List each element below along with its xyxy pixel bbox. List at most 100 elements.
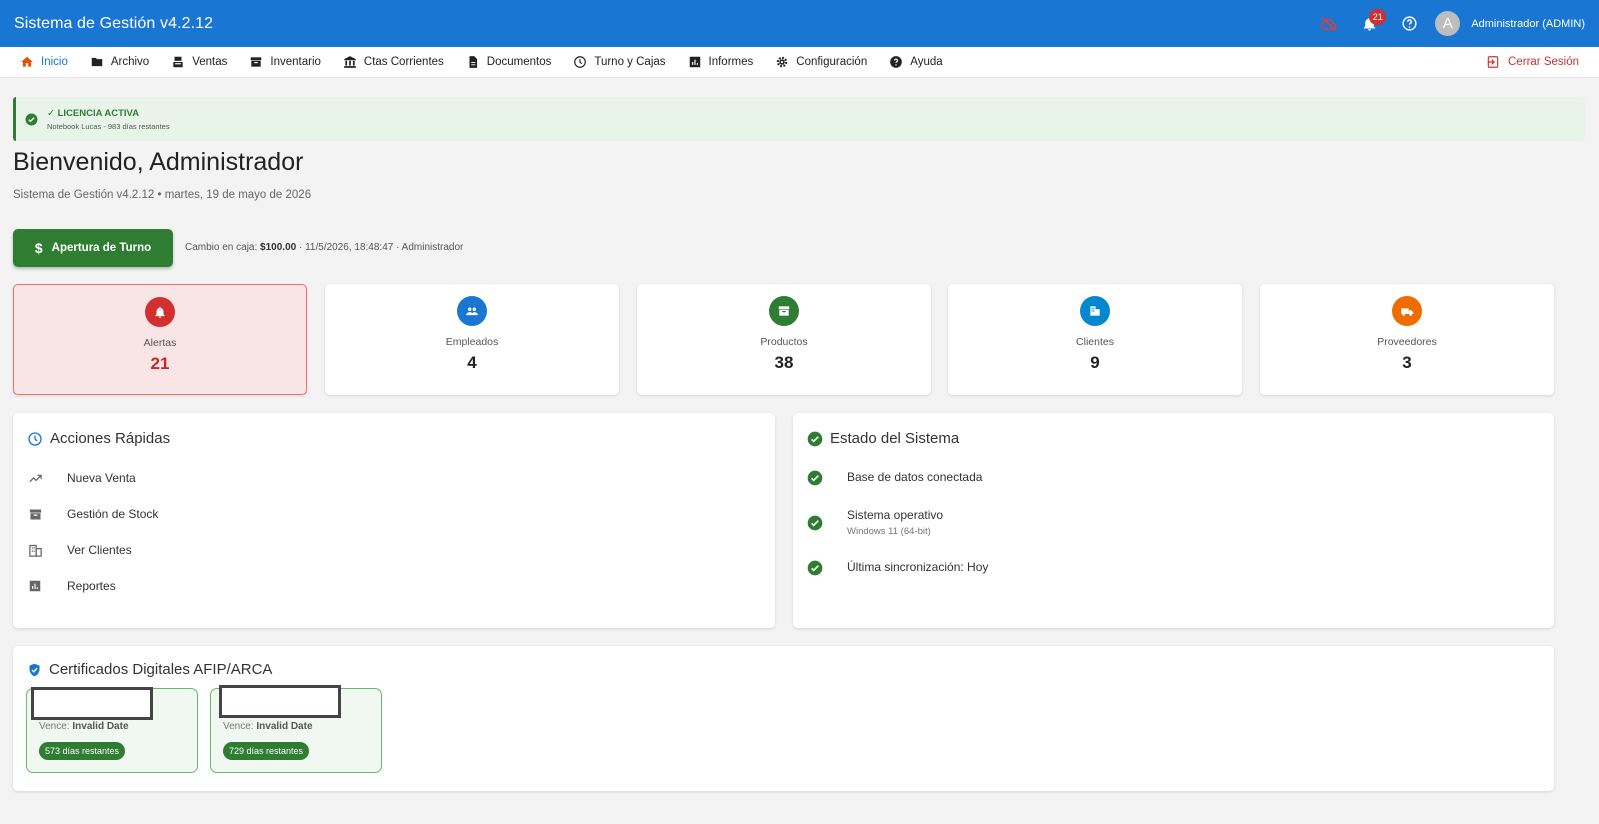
redacted-name [219, 685, 341, 718]
archive-icon [251, 57, 262, 67]
nav-item-turno-y-cajas[interactable]: Turno y Cajas [573, 55, 666, 69]
quick-actions-panel: Acciones Rápidas Nueva Venta Gestión de … [13, 413, 775, 628]
license-title: ✓ LICENCIA ACTIVA [47, 107, 140, 119]
bell-icon [145, 297, 175, 327]
system-status-panel: Estado del Sistema Base de datos conecta… [793, 413, 1554, 628]
cert-expiry-label: Vence: [223, 721, 254, 732]
stat-label: Productos [760, 336, 808, 348]
apertura-turno-button[interactable]: $ Apertura de Turno [13, 229, 173, 267]
cert-expiry: Vence: Invalid Date [39, 721, 129, 732]
app-header: Sistema de Gestión v4.2.12 21 A Administ… [0, 0, 1599, 47]
action-label: Reportes [67, 579, 116, 593]
nav-item-label: Ventas [192, 56, 228, 68]
stat-label: Empleados [445, 336, 499, 348]
stat-card-clientes[interactable]: Clientes 9 [948, 284, 1242, 395]
stat-card-alertas[interactable]: Alertas 21 [13, 284, 307, 395]
action-reportes[interactable]: Reportes [27, 578, 116, 594]
nav-item-label: Ctas Corrientes [363, 56, 444, 68]
quick-actions-title-text: Acciones Rápidas [50, 430, 171, 447]
stat-label: Alertas [143, 337, 177, 349]
page-subtitle: Sistema de Gestión v4.2.12 • martes, 19 … [13, 189, 312, 201]
system-status-title: Estado del Sistema [807, 430, 959, 447]
cambio-caja-info: Cambio en caja: $100.00 · 11/5/2026, 18:… [185, 242, 463, 253]
help-icon[interactable] [1389, 4, 1429, 44]
clock-icon [574, 56, 587, 68]
cert-expiry-label: Vence: [39, 721, 70, 732]
nav-item-label: Documentos [486, 56, 552, 68]
nav-item-ventas[interactable]: Ventas [171, 55, 227, 69]
help-icon [890, 56, 903, 68]
cert-expiry-value: Invalid Date [256, 721, 313, 732]
dollar-icon: $ [34, 240, 43, 256]
people-icon [457, 296, 487, 326]
bar-chart-icon [27, 578, 43, 594]
logout-label: Cerrar Sesión [1508, 56, 1579, 68]
nav-item-archivo[interactable]: Archivo [90, 55, 149, 69]
license-text: ✓ LICENCIA ACTIVA Notebook Lucas - 983 d… [47, 108, 170, 131]
action-label: Ver Clientes [67, 543, 132, 557]
avatar[interactable]: A [1435, 11, 1461, 36]
stat-value: 3 [1402, 353, 1412, 372]
nav-item-label: Turno y Cajas [594, 56, 666, 68]
trending-up-icon [27, 470, 43, 486]
archive-icon [27, 506, 43, 522]
logout-button[interactable]: Cerrar Sesión [1486, 55, 1579, 69]
check-circle-icon [807, 470, 823, 486]
status-label: Base de datos conectada [847, 470, 983, 484]
building-icon [27, 542, 43, 558]
nav-item-documentos[interactable]: Documentos [466, 55, 552, 69]
folder-icon [91, 57, 103, 67]
status-item-database: Base de datos conectada [807, 470, 982, 486]
status-sub: Windows 11 (64-bit) [847, 526, 931, 537]
bar-chart-icon [689, 56, 700, 68]
notifications-badge: 21 [1369, 8, 1387, 25]
cloud-off-icon[interactable] [1309, 4, 1349, 44]
stat-card-empleados[interactable]: Empleados 4 [325, 284, 619, 395]
app-title: Sistema de Gestión v4.2.12 [14, 14, 214, 32]
user-name[interactable]: Administrador (ADMIN) [1471, 18, 1585, 30]
license-banner: ✓ LICENCIA ACTIVA Notebook Lucas - 983 d… [13, 97, 1585, 141]
check-circle-icon [25, 113, 38, 125]
nav-item-label: Archivo [110, 56, 150, 68]
action-label: Gestión de Stock [67, 507, 159, 521]
nav-item-informes[interactable]: Informes [688, 55, 753, 69]
nav-item-label: Configuración [796, 56, 868, 68]
action-ver-clientes[interactable]: Ver Clientes [27, 542, 132, 558]
nav-item-label: Ayuda [910, 56, 943, 68]
check-circle-icon [807, 431, 823, 446]
redacted-name [31, 687, 153, 720]
certificates-title-text: Certificados Digitales AFIP/ARCA [49, 661, 273, 678]
notifications-button[interactable]: 21 [1349, 4, 1389, 44]
status-label: Última sincronización: Hoy [847, 560, 989, 574]
quick-actions-title: Acciones Rápidas [27, 430, 170, 447]
nav-item-inventario[interactable]: Inventario [249, 55, 321, 69]
system-status-title-text: Estado del Sistema [830, 430, 960, 447]
stat-card-productos[interactable]: Productos 38 [637, 284, 931, 395]
action-nueva-venta[interactable]: Nueva Venta [27, 470, 136, 486]
cert-expiry: Vence: Invalid Date [223, 721, 313, 732]
stat-label: Clientes [1076, 336, 1114, 348]
cambio-prefix: Cambio en caja: [185, 242, 258, 253]
gear-icon [777, 56, 788, 68]
main-nav: Inicio Archivo Ventas Inventario Ctas Co… [0, 47, 1599, 78]
nav-item-label: Inventario [270, 56, 321, 68]
action-gestion-stock[interactable]: Gestión de Stock [27, 506, 158, 522]
logout-icon [1487, 56, 1499, 68]
action-label: Nueva Venta [67, 471, 136, 485]
certificate-card: Vence: Invalid Date 729 días restantes [210, 685, 382, 773]
nav-item-configuracion[interactable]: Configuración [775, 55, 867, 69]
nav-item-ctas-corrientes[interactable]: Ctas Corrientes [343, 55, 444, 69]
stat-label: Proveedores [1377, 336, 1437, 348]
truck-icon [1392, 296, 1422, 326]
stat-value: 21 [150, 354, 170, 373]
stat-value: 4 [467, 353, 477, 372]
clock-icon [28, 431, 42, 446]
cert-remaining-badge: 729 días restantes [223, 742, 310, 760]
shield-icon [29, 663, 40, 676]
cert-remaining-badge: 573 días restantes [39, 742, 126, 760]
cambio-suffix: · 11/5/2026, 18:48:47 · Administrador [298, 242, 464, 253]
nav-item-ayuda[interactable]: Ayuda [889, 55, 943, 69]
status-label: Sistema operativo [847, 508, 944, 522]
nav-item-inicio[interactable]: Inicio [20, 55, 68, 69]
stat-card-proveedores[interactable]: Proveedores 3 [1260, 284, 1554, 395]
